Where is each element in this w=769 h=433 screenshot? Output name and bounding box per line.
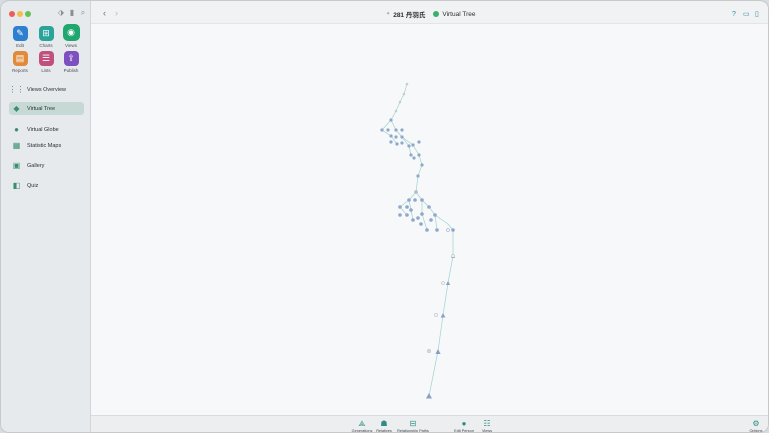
sidebar-toggle-icon[interactable]: ▭: [743, 11, 750, 18]
app-window: ⬗ ▮ ⌕ ✎ Edit ⊞ Charts ◉ Views ▤ Reports …: [0, 0, 769, 433]
views-icon: ☷: [483, 419, 491, 428]
forward-arrow-icon[interactable]: ›: [115, 9, 118, 18]
module-views[interactable]: ◉ Views: [60, 24, 82, 48]
window-title: ✦ 281 丹羽氏 Virtual Tree: [386, 9, 476, 20]
relatives-icon: ☗: [380, 419, 388, 428]
sidebar-item-virtual-tree[interactable]: ◆ Virtual Tree: [9, 102, 84, 115]
help-icon[interactable]: ?: [732, 11, 736, 18]
sidebar-item-label: Statistic Maps: [27, 142, 62, 149]
module-label: Views: [65, 43, 77, 48]
inspector-toggle-icon[interactable]: ▯: [755, 11, 759, 18]
tree-links: [381, 83, 454, 397]
lists-icon: ☰: [38, 51, 54, 66]
edit-person-icon: ●: [461, 419, 467, 428]
back-arrow-icon[interactable]: ‹: [103, 9, 106, 18]
sidebar-item-label: Views Overview: [27, 86, 67, 93]
tree-nodes: [380, 82, 455, 399]
bottom-toolbar: ⟁ Generations ☗ Relatives ⊟ Relationship…: [91, 415, 768, 433]
module-label: Charts: [39, 43, 53, 48]
toolbar-label: Relationship Paths: [397, 429, 429, 433]
sidebar-item-virtual-globe[interactable]: ● Virtual Globe: [9, 123, 84, 136]
toolbar-label: Generations: [351, 429, 373, 433]
sidebar-item-label: Gallery: [27, 162, 45, 169]
virtual-tree-canvas[interactable]: [91, 23, 769, 416]
module-label: Lists: [41, 68, 51, 73]
tag-icon[interactable]: ⬗: [57, 9, 65, 17]
publish-icon: ⇪: [63, 51, 79, 66]
toolbar-label: Relatives: [376, 429, 392, 433]
sidebar-item-label: Quiz: [27, 182, 39, 189]
edit-person-button[interactable]: ● Edit Person: [453, 419, 475, 433]
sidebar-item-statistic-maps[interactable]: ▦ Statistic Maps: [9, 139, 84, 152]
options-button[interactable]: ⚙ Options: [747, 419, 765, 433]
options-icon: ⚙: [752, 419, 760, 428]
gallery-icon: ▣: [12, 161, 21, 170]
minimize-window-button[interactable]: [17, 11, 23, 17]
generations-icon: ⟁: [358, 419, 366, 428]
module-label: Edit: [16, 43, 24, 48]
module-lists[interactable]: ☰ Lists: [35, 51, 57, 73]
module-reports[interactable]: ▤ Reports: [9, 51, 31, 73]
tree-icon: ◆: [13, 104, 20, 113]
toolbar-label: Views: [481, 429, 493, 433]
toolbar: ‹ › ✦ 281 丹羽氏 Virtual Tree ? ▭ ▯: [91, 3, 768, 23]
search-icon[interactable]: ⌕: [79, 9, 87, 17]
main-area: ‹ › ✦ 281 丹羽氏 Virtual Tree ? ▭ ▯ ⟁ Gener…: [91, 1, 769, 433]
document-title: 281 丹羽氏: [393, 12, 426, 19]
generations-button[interactable]: ⟁ Generations: [350, 419, 374, 433]
relatives-button[interactable]: ☗ Relatives: [374, 419, 394, 433]
star-icon: ✦: [386, 11, 391, 17]
relationship-paths-button[interactable]: ⊟ Relationship Paths: [396, 419, 430, 433]
module-label: Publish: [63, 68, 79, 73]
sidebar-item-views-overview[interactable]: ⋮⋮ Views Overview: [9, 83, 84, 96]
zoom-window-button[interactable]: [25, 11, 31, 17]
pencil-icon: ✎: [12, 26, 28, 41]
charts-icon: ⊞: [38, 26, 54, 41]
sidebar-item-label: Virtual Tree: [27, 105, 56, 112]
views-button[interactable]: ☷ Views: [479, 419, 495, 433]
sidebar: ⬗ ▮ ⌕ ✎ Edit ⊞ Charts ◉ Views ▤ Reports …: [1, 1, 91, 432]
globe-icon: ●: [14, 125, 19, 134]
sidebar-item-label: Virtual Globe: [27, 126, 59, 133]
quiz-icon: ◧: [12, 181, 21, 190]
toolbar-label: Options: [749, 429, 763, 433]
grid-icon: ⋮⋮: [8, 85, 25, 94]
reports-icon: ▤: [12, 51, 28, 66]
toolbar-label: Edit Person: [454, 429, 474, 433]
module-charts[interactable]: ⊞ Charts: [35, 26, 57, 48]
close-window-button[interactable]: [9, 11, 15, 17]
virtual-tree-graph[interactable]: [91, 24, 769, 416]
module-publish[interactable]: ⇪ Publish: [60, 51, 82, 73]
sidebar-item-gallery[interactable]: ▣ Gallery: [9, 159, 84, 172]
map-icon: ▦: [12, 141, 21, 150]
relationship-paths-icon: ⊟: [409, 419, 417, 428]
module-label: Reports: [12, 68, 28, 73]
view-status-icon: [433, 11, 440, 17]
module-edit[interactable]: ✎ Edit: [9, 26, 31, 48]
bookmark-icon[interactable]: ▮: [68, 9, 76, 17]
eye-icon: ◉: [62, 24, 80, 41]
sidebar-item-quiz[interactable]: ◧ Quiz: [9, 179, 84, 192]
view-title: Virtual Tree: [442, 10, 476, 18]
